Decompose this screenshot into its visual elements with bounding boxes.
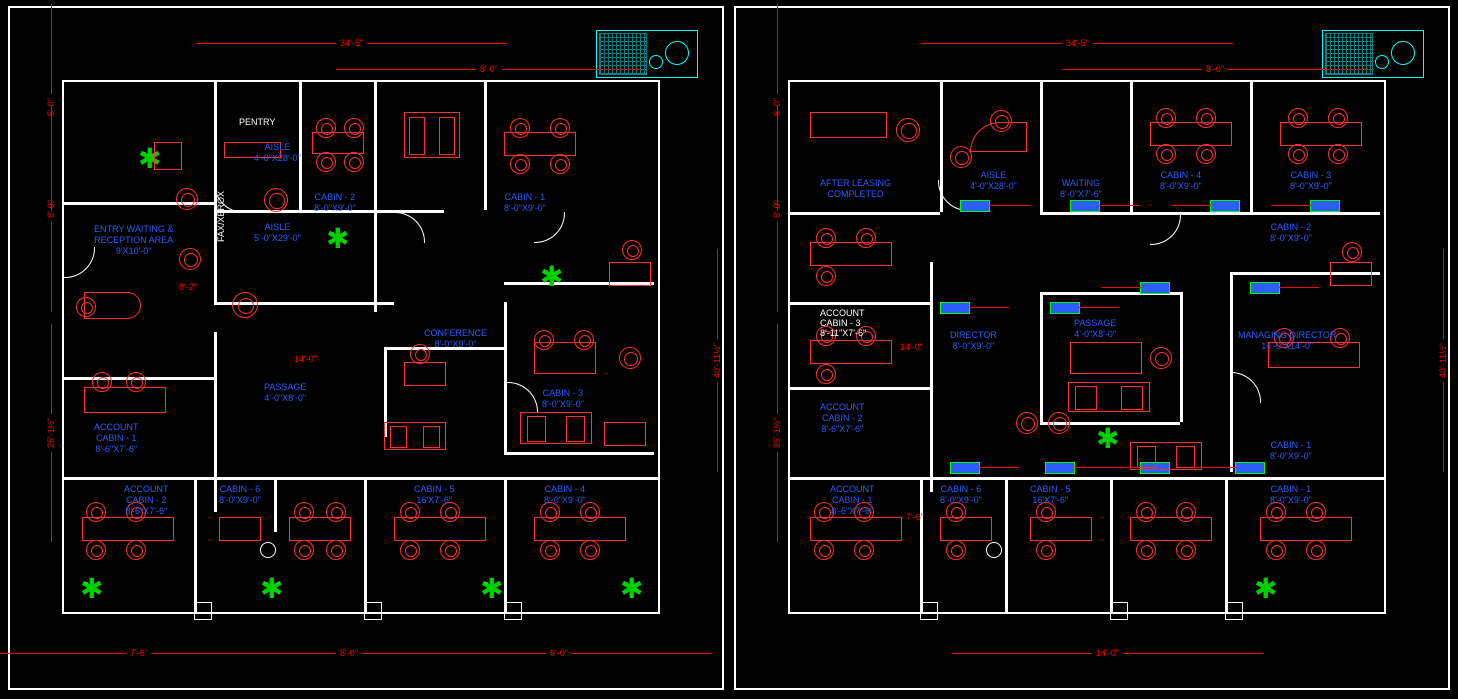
washroom-block-b <box>1322 30 1424 78</box>
room-director: DIRECTOR 8'-0"X9'-0" <box>950 330 997 352</box>
room-cabin2b: CABIN - 2 8'-0"X9'-0" <box>1270 222 1312 244</box>
signage-marker <box>1050 302 1080 314</box>
room-cabin4b: CABIN - 4 8'-0"X9'-0" <box>1160 170 1202 192</box>
dim-overall-w-b: 34'-5" <box>1066 38 1089 48</box>
room-cabin1c: CABIN - 1 8'-0"X9'-0" <box>1270 484 1312 506</box>
room-aisle1b: AISLE 4'-0"X28'-0" <box>970 170 1017 192</box>
dim-left-low: 25'-1½" <box>46 418 56 448</box>
signage-marker <box>1250 282 1280 294</box>
dim-bot-1: 7'-6" <box>130 648 148 658</box>
room-cabin5b: CABIN - 5 16'X7'-6" <box>1030 484 1071 506</box>
dim-left-mid-b: 8'-0" <box>772 200 782 218</box>
room-cabin6: CABIN - 6 8'-0"X9'-0" <box>219 484 261 506</box>
floor-plan-left: ENTRY WAITING & RECEPTION AREA 9'X10'-0"… <box>10 8 722 688</box>
room-cabin1b: CABIN - 1 8'-0"X9'-0" <box>1270 440 1312 462</box>
room-mdb: MANAGING DIRECTOR 14'-0"X14'-0" <box>1238 330 1336 352</box>
signage-marker <box>1310 200 1340 212</box>
plan-boundary-b: AFTER LEASING COMPLETED WAITING 8'-0"X7'… <box>790 82 1384 612</box>
signage-marker <box>1235 462 1265 474</box>
dim-bot-b: 14'-0" <box>1096 648 1119 658</box>
room-account2: ACCOUNT CABIN - 2 8'-6"X7'-6" <box>124 484 169 517</box>
signage-marker <box>950 462 980 474</box>
signage-marker <box>1140 282 1170 294</box>
signage-marker <box>940 302 970 314</box>
floor-plan-right: AFTER LEASING COMPLETED WAITING 8'-0"X7'… <box>736 8 1448 688</box>
room-aisle1: AISLE 4'-0"X28'-0" <box>254 142 301 164</box>
room-pantry: PENTRY <box>239 117 275 127</box>
signage-marker <box>960 200 990 212</box>
dim-left-low-b: 25'-1½" <box>772 418 782 448</box>
room-passageb: PASSAGE 4'-0"X8'-0" <box>1074 318 1116 340</box>
room-aisle2: AISLE 5'-0"X29'-0" <box>254 222 301 244</box>
dim-left-mid: 8'-0" <box>46 200 56 218</box>
plant-icon <box>624 582 628 586</box>
room-conference: CONFERENCE 8'-0"X9'-0" <box>424 328 487 350</box>
plant-icon <box>544 270 548 274</box>
room-account2b: ACCOUNT CABIN - 2 8'-6"X7'-6" <box>820 402 865 435</box>
plant-icon <box>1100 432 1104 436</box>
signage-marker <box>1210 200 1240 212</box>
dim-bot-2: 8'-0" <box>340 648 358 658</box>
room-cabin5: CABIN - 5 16'X7'-6" <box>414 484 455 506</box>
dim-bot-3: 9'-0" <box>550 648 568 658</box>
room-cabin3: CABIN - 3 8'-0"X9'-0" <box>542 388 584 410</box>
plant-icon <box>264 582 268 586</box>
dim-overall-h-b: 40'-11½" <box>1438 343 1448 378</box>
room-cabin6b: CABIN - 6 8'-0"X9'-0" <box>940 484 982 506</box>
dim-top-short: 8'-0" <box>480 64 498 74</box>
room-passage: PASSAGE 4'-0"X8'-0" <box>264 382 306 404</box>
dim-top-short-b: 8'-0" <box>1206 64 1224 74</box>
plant-icon <box>142 152 146 156</box>
room-waiting: WAITING 8'-0"X7'-6" <box>1060 178 1102 200</box>
room-cabin3b: CABIN - 3 8'-0"X9'-0" <box>1290 170 1332 192</box>
dim-overall-w: 34'-5" <box>340 38 363 48</box>
plant-icon <box>84 582 88 586</box>
dim-overall-h: 40'-11½" <box>712 343 722 378</box>
room-account1b: ACCOUNT CABIN - 1 8'-6"X7'-6" <box>830 484 875 517</box>
signage-marker <box>1045 462 1075 474</box>
room-account1: ACCOUNT CABIN - 1 8'-6"X7'-6" <box>94 422 139 455</box>
room-reception: ENTRY WAITING & RECEPTION AREA 9'X10'-0" <box>94 224 173 257</box>
room-after-comp: AFTER LEASING COMPLETED <box>820 178 891 200</box>
room-cabin1: CABIN - 1 8'-0"X9'-0" <box>504 192 546 214</box>
room-cabin4: CABIN - 4 8'-0"X9'-0" <box>544 484 586 506</box>
room-cabin2: CABIN - 2 8'-0"X9'-0" <box>314 192 356 214</box>
plant-icon <box>330 232 334 236</box>
plan-boundary: ENTRY WAITING & RECEPTION AREA 9'X10'-0"… <box>64 82 658 612</box>
room-fax: FAX/XEROX <box>216 191 226 242</box>
room-account3: ACCOUNT CABIN - 3 8'-11"X7'-6" <box>820 308 866 338</box>
signage-marker <box>1070 200 1100 212</box>
washroom-block <box>596 30 698 78</box>
plant-icon <box>1258 582 1262 586</box>
plant-icon <box>484 582 488 586</box>
